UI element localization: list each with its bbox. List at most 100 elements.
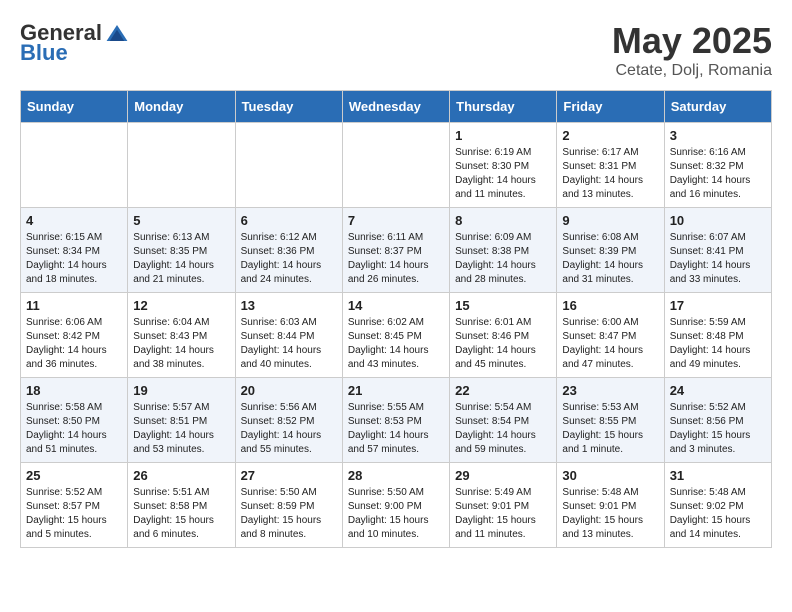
calendar-table: SundayMondayTuesdayWednesdayThursdayFrid… (20, 90, 772, 548)
day-info: Sunrise: 5:51 AM Sunset: 8:58 PM Dayligh… (133, 486, 229, 542)
weekday-header: Sunday (21, 91, 128, 123)
day-number: 28 (348, 468, 444, 483)
page-header: General Blue May 2025 Cetate, Dolj, Roma… (20, 20, 772, 80)
calendar-day-cell: 12 Sunrise: 6:04 AM Sunset: 8:43 PM Dayli… (128, 293, 235, 378)
day-info: Sunrise: 6:00 AM Sunset: 8:47 PM Dayligh… (562, 316, 658, 372)
day-number: 23 (562, 383, 658, 398)
day-info: Sunrise: 6:16 AM Sunset: 8:32 PM Dayligh… (670, 146, 766, 202)
calendar-day-cell: 1 Sunrise: 6:19 AM Sunset: 8:30 PM Daylig… (450, 123, 557, 208)
day-info: Sunrise: 5:54 AM Sunset: 8:54 PM Dayligh… (455, 401, 551, 457)
day-info: Sunrise: 5:52 AM Sunset: 8:57 PM Dayligh… (26, 486, 122, 542)
calendar-day-cell: 6 Sunrise: 6:12 AM Sunset: 8:36 PM Daylig… (235, 208, 342, 293)
calendar-day-cell: 23 Sunrise: 5:53 AM Sunset: 8:55 PM Dayli… (557, 378, 664, 463)
calendar-day-cell: 7 Sunrise: 6:11 AM Sunset: 8:37 PM Daylig… (342, 208, 449, 293)
day-number: 11 (26, 298, 122, 313)
calendar-day-cell: 20Sunrise: 5:56 AM Sunset: 8:52 PM Dayli… (235, 378, 342, 463)
calendar-day-cell: 26 Sunrise: 5:51 AM Sunset: 8:58 PM Dayli… (128, 463, 235, 548)
calendar-day-cell: 11Sunrise: 6:06 AM Sunset: 8:42 PM Dayli… (21, 293, 128, 378)
weekday-header: Wednesday (342, 91, 449, 123)
day-number: 5 (133, 213, 229, 228)
weekday-header: Friday (557, 91, 664, 123)
logo: General Blue (20, 20, 129, 66)
calendar-day-cell: 15 Sunrise: 6:01 AM Sunset: 8:46 PM Dayli… (450, 293, 557, 378)
calendar-week-row: 4 Sunrise: 6:15 AM Sunset: 8:34 PM Daylig… (21, 208, 772, 293)
day-number: 9 (562, 213, 658, 228)
day-info: Sunrise: 5:56 AM Sunset: 8:52 PM Dayligh… (241, 401, 337, 457)
day-info: Sunrise: 5:59 AM Sunset: 8:48 PM Dayligh… (670, 316, 766, 372)
calendar-week-row: 25 Sunrise: 5:52 AM Sunset: 8:57 PM Dayli… (21, 463, 772, 548)
day-number: 31 (670, 468, 766, 483)
day-number: 2 (562, 128, 658, 143)
weekday-header: Tuesday (235, 91, 342, 123)
day-info: Sunrise: 6:09 AM Sunset: 8:38 PM Dayligh… (455, 231, 551, 287)
calendar-day-cell: 4 Sunrise: 6:15 AM Sunset: 8:34 PM Daylig… (21, 208, 128, 293)
day-number: 26 (133, 468, 229, 483)
day-info: Sunrise: 6:03 AM Sunset: 8:44 PM Dayligh… (241, 316, 337, 372)
calendar-day-cell: 25 Sunrise: 5:52 AM Sunset: 8:57 PM Dayli… (21, 463, 128, 548)
calendar-day-cell: 10 Sunrise: 6:07 AM Sunset: 8:41 PM Dayli… (664, 208, 771, 293)
calendar-day-cell: 14 Sunrise: 6:02 AM Sunset: 8:45 PM Dayli… (342, 293, 449, 378)
day-info: Sunrise: 5:49 AM Sunset: 9:01 PM Dayligh… (455, 486, 551, 542)
calendar-day-cell (128, 123, 235, 208)
day-number: 3 (670, 128, 766, 143)
calendar-day-cell (21, 123, 128, 208)
day-number: 12 (133, 298, 229, 313)
day-number: 14 (348, 298, 444, 313)
day-info: Sunrise: 6:12 AM Sunset: 8:36 PM Dayligh… (241, 231, 337, 287)
day-info: Sunrise: 5:50 AM Sunset: 9:00 PM Dayligh… (348, 486, 444, 542)
day-number: 22 (455, 383, 551, 398)
day-info: Sunrise: 6:11 AM Sunset: 8:37 PM Dayligh… (348, 231, 444, 287)
day-info: Sunrise: 5:55 AM Sunset: 8:53 PM Dayligh… (348, 401, 444, 457)
calendar-header-row: SundayMondayTuesdayWednesdayThursdayFrid… (21, 91, 772, 123)
calendar-day-cell (342, 123, 449, 208)
day-number: 29 (455, 468, 551, 483)
day-number: 1 (455, 128, 551, 143)
day-info: Sunrise: 6:08 AM Sunset: 8:39 PM Dayligh… (562, 231, 658, 287)
calendar-day-cell: 8 Sunrise: 6:09 AM Sunset: 8:38 PM Daylig… (450, 208, 557, 293)
day-info: Sunrise: 6:13 AM Sunset: 8:35 PM Dayligh… (133, 231, 229, 287)
day-info: Sunrise: 6:15 AM Sunset: 8:34 PM Dayligh… (26, 231, 122, 287)
calendar-day-cell: 28 Sunrise: 5:50 AM Sunset: 9:00 PM Dayli… (342, 463, 449, 548)
day-number: 21 (348, 383, 444, 398)
day-info: Sunrise: 6:04 AM Sunset: 8:43 PM Dayligh… (133, 316, 229, 372)
day-info: Sunrise: 5:48 AM Sunset: 9:02 PM Dayligh… (670, 486, 766, 542)
calendar-day-cell: 2 Sunrise: 6:17 AM Sunset: 8:31 PM Daylig… (557, 123, 664, 208)
calendar-day-cell: 9 Sunrise: 6:08 AM Sunset: 8:39 PM Daylig… (557, 208, 664, 293)
calendar-day-cell: 5 Sunrise: 6:13 AM Sunset: 8:35 PM Daylig… (128, 208, 235, 293)
day-number: 17 (670, 298, 766, 313)
day-info: Sunrise: 5:57 AM Sunset: 8:51 PM Dayligh… (133, 401, 229, 457)
day-info: Sunrise: 6:19 AM Sunset: 8:30 PM Dayligh… (455, 146, 551, 202)
day-number: 10 (670, 213, 766, 228)
calendar-day-cell: 16 Sunrise: 6:00 AM Sunset: 8:47 PM Dayli… (557, 293, 664, 378)
weekday-header: Monday (128, 91, 235, 123)
calendar-day-cell: 31 Sunrise: 5:48 AM Sunset: 9:02 PM Dayli… (664, 463, 771, 548)
day-info: Sunrise: 6:01 AM Sunset: 8:46 PM Dayligh… (455, 316, 551, 372)
calendar-week-row: 1 Sunrise: 6:19 AM Sunset: 8:30 PM Daylig… (21, 123, 772, 208)
day-number: 27 (241, 468, 337, 483)
day-info: Sunrise: 5:53 AM Sunset: 8:55 PM Dayligh… (562, 401, 658, 457)
calendar-day-cell: 13 Sunrise: 6:03 AM Sunset: 8:44 PM Dayli… (235, 293, 342, 378)
day-number: 13 (241, 298, 337, 313)
day-number: 6 (241, 213, 337, 228)
calendar-week-row: 11Sunrise: 6:06 AM Sunset: 8:42 PM Dayli… (21, 293, 772, 378)
day-info: Sunrise: 6:17 AM Sunset: 8:31 PM Dayligh… (562, 146, 658, 202)
day-number: 25 (26, 468, 122, 483)
day-number: 7 (348, 213, 444, 228)
month-title: May 2025 (612, 20, 772, 62)
calendar-week-row: 18Sunrise: 5:58 AM Sunset: 8:50 PM Dayli… (21, 378, 772, 463)
day-number: 16 (562, 298, 658, 313)
calendar-day-cell (235, 123, 342, 208)
calendar-day-cell: 17 Sunrise: 5:59 AM Sunset: 8:48 PM Dayli… (664, 293, 771, 378)
weekday-header: Thursday (450, 91, 557, 123)
calendar-day-cell: 30 Sunrise: 5:48 AM Sunset: 9:01 PM Dayli… (557, 463, 664, 548)
calendar-day-cell: 21 Sunrise: 5:55 AM Sunset: 8:53 PM Dayli… (342, 378, 449, 463)
day-number: 15 (455, 298, 551, 313)
weekday-header: Saturday (664, 91, 771, 123)
day-info: Sunrise: 6:02 AM Sunset: 8:45 PM Dayligh… (348, 316, 444, 372)
day-info: Sunrise: 5:48 AM Sunset: 9:01 PM Dayligh… (562, 486, 658, 542)
day-info: Sunrise: 6:07 AM Sunset: 8:41 PM Dayligh… (670, 231, 766, 287)
day-number: 4 (26, 213, 122, 228)
title-block: May 2025 Cetate, Dolj, Romania (612, 20, 772, 80)
day-number: 8 (455, 213, 551, 228)
day-number: 30 (562, 468, 658, 483)
